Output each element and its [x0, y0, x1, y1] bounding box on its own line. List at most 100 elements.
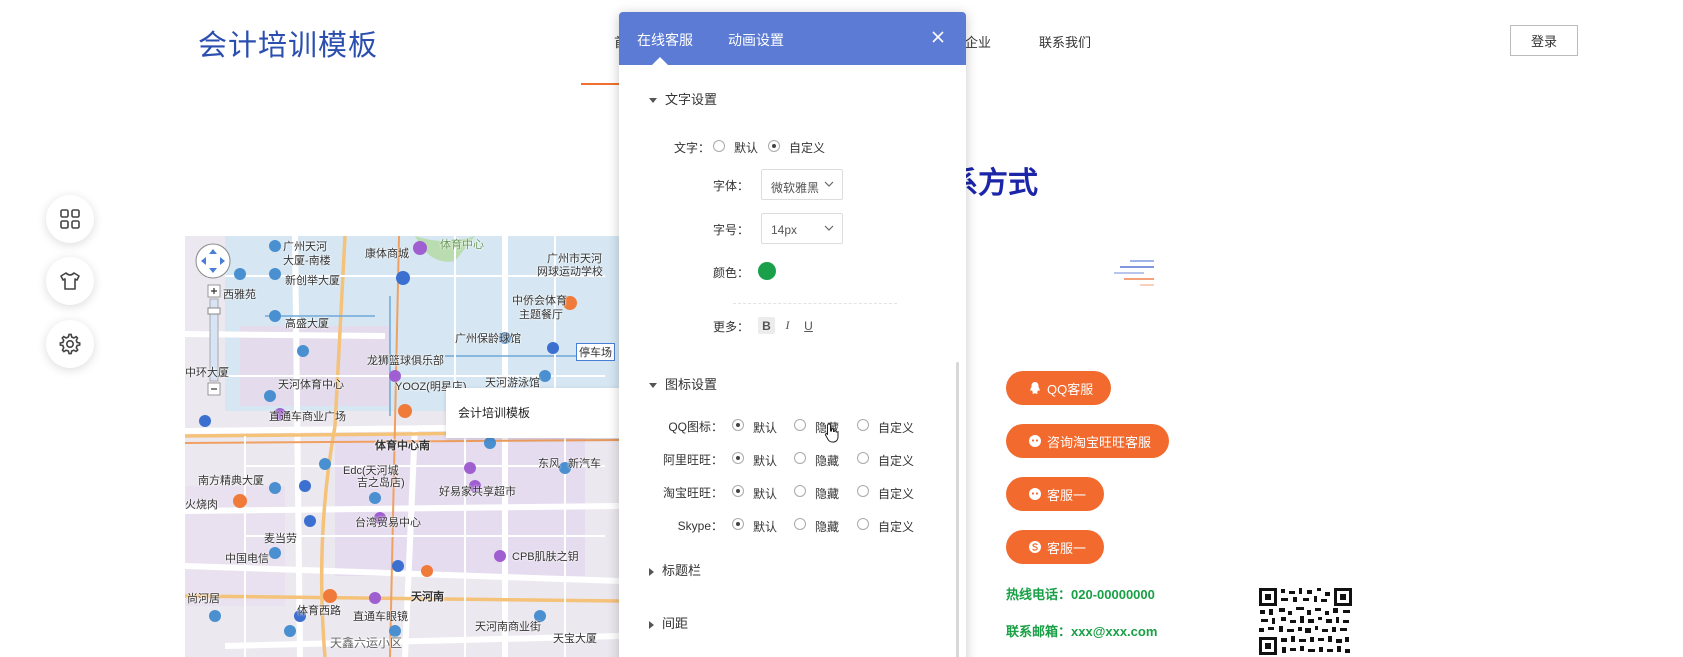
color-swatch[interactable] [758, 262, 776, 280]
skype-default-radio[interactable] [732, 518, 744, 530]
qq-custom-radio[interactable] [857, 419, 869, 431]
map-label: 网球运动学校 [537, 266, 603, 278]
option-label: 自定义 [878, 421, 915, 435]
page: 会计培训模板 首 企业 联系我们 登录 系方式 [0, 0, 1683, 657]
panel-scrollbar[interactable] [956, 362, 959, 657]
map-label: 东风 [538, 458, 560, 470]
spacing-header[interactable]: 间距 [649, 613, 688, 632]
more-label: 更多： [713, 320, 750, 334]
skype-label: Skype： [677, 519, 723, 533]
apps-tool-button[interactable] [46, 195, 94, 243]
aliwangwang-default-radio[interactable] [732, 452, 744, 464]
map-label: 南方精典大厦 [198, 475, 264, 487]
size-select-value: 14px [771, 223, 798, 237]
section-title: 间距 [662, 616, 689, 631]
theme-tool-button[interactable] [46, 257, 94, 305]
map-label: 台湾贸易中心 [355, 517, 421, 529]
bold-button[interactable]: B [758, 317, 775, 334]
taobao-wangwang-service-button[interactable]: 咨询淘宝旺旺客服 [1006, 424, 1170, 458]
apps-grid-icon [60, 209, 80, 229]
aliwangwang-hide-radio[interactable] [794, 452, 806, 464]
text-settings-header[interactable]: 文字设置 [649, 89, 717, 108]
login-button[interactable]: 登录 [1510, 25, 1578, 56]
map-label: 新汽车 [568, 458, 601, 470]
shirt-icon [60, 272, 80, 290]
taobao-custom-radio[interactable] [857, 485, 869, 497]
qq-default-radio[interactable] [732, 419, 744, 431]
size-select[interactable]: 14px [761, 213, 843, 244]
option-label: 隐藏 [815, 454, 840, 468]
panel-header: 在线客服 动画设置 [619, 12, 966, 65]
section-title: 文字设置 [665, 92, 718, 107]
option-label: 隐藏 [815, 487, 840, 501]
caret-down-icon [649, 383, 657, 389]
nav-item-enterprise[interactable]: 企业 [965, 32, 991, 51]
taobao-default-radio[interactable] [732, 485, 744, 497]
map-label: 麦当劳 [264, 533, 297, 545]
text-custom-radio[interactable] [768, 140, 780, 152]
font-select-value: 微软雅黑 [771, 181, 820, 195]
title-bar-header[interactable]: 标题栏 [649, 560, 701, 579]
map-label: 吉之岛店) [357, 477, 405, 489]
settings-tool-button[interactable] [46, 320, 94, 368]
map-label: 天河体育中心 [278, 379, 344, 391]
service-one-button[interactable]: 客服一 [1006, 477, 1105, 511]
icon-settings-header[interactable]: 图标设置 [649, 374, 717, 393]
font-label: 字体： [713, 179, 750, 193]
option-label: 自定义 [789, 141, 826, 155]
map-label: 主题餐厅 [519, 309, 563, 321]
gear-icon [59, 333, 81, 355]
tab-online-service[interactable]: 在线客服 [637, 30, 693, 50]
option-label: 自定义 [878, 487, 915, 501]
map-label: 中环大厦 [185, 367, 229, 379]
map-view[interactable]: 广州天河 大厦-南楼 康体商城 体育中心 广州市天河 网球运动学校 西雅苑 新创… [185, 236, 620, 657]
underline-button[interactable]: U [800, 317, 817, 334]
wangwang-icon [1029, 488, 1041, 500]
button-label: 客服一 [1047, 540, 1087, 556]
option-label: 自定义 [878, 520, 915, 534]
option-label: 默认 [753, 454, 778, 468]
size-label: 字号： [713, 223, 750, 237]
taobao-hide-radio[interactable] [794, 485, 806, 497]
skype-service-button[interactable]: 客服一 [1006, 530, 1105, 564]
wangwang-icon [1029, 435, 1041, 447]
option-label: 自定义 [878, 454, 915, 468]
text-default-radio[interactable] [713, 140, 725, 152]
skype-custom-radio[interactable] [857, 518, 869, 530]
qq-service-button[interactable]: QQ客服 [1006, 371, 1112, 405]
hand-cursor-icon [824, 423, 839, 443]
qq-hide-radio[interactable] [794, 419, 806, 431]
qr-code [1257, 586, 1354, 657]
option-label: 默认 [753, 520, 778, 534]
font-select[interactable]: 微软雅黑 [761, 169, 843, 200]
chevron-down-icon [824, 181, 834, 187]
email-text: 联系邮箱：xxx@xxx.com [1006, 624, 1158, 639]
chevron-down-icon [824, 225, 834, 231]
map-label: 停车场 [576, 343, 615, 361]
active-tab-indicator [652, 57, 668, 65]
tab-animation-settings[interactable]: 动画设置 [728, 30, 784, 50]
nav-item-contact[interactable]: 联系我们 [1039, 32, 1091, 51]
skype-hide-radio[interactable] [794, 518, 806, 530]
aliwangwang-custom-radio[interactable] [857, 452, 869, 464]
map-label: 天鑫六运小区 [330, 636, 403, 650]
map-label: 尚河居 [187, 593, 220, 605]
text-label: 文字： [674, 141, 711, 155]
caret-right-icon [649, 567, 654, 576]
caret-down-icon [649, 98, 657, 104]
qq-penguin-icon [1030, 382, 1040, 394]
hotline-text: 热线电话：020-00000000 [1006, 587, 1155, 602]
map-label: 直通车商业广场 [269, 411, 346, 423]
caret-right-icon [649, 620, 654, 629]
skype-icon [1029, 541, 1041, 553]
qq-icon-label: QQ图标： [668, 420, 723, 434]
close-icon[interactable] [930, 29, 946, 45]
map-label: 大厦-南楼 [283, 255, 331, 267]
site-logo[interactable]: 会计培训模板 [198, 22, 378, 64]
map-label: CPB肌肤之钥 [512, 551, 579, 563]
button-label: 客服一 [1047, 487, 1087, 503]
map-label: 中国电信 [225, 553, 269, 565]
map-label: 天河南商业街 [475, 621, 541, 633]
map-label: 体育西路 [297, 605, 341, 617]
italic-button[interactable]: I [779, 317, 796, 334]
